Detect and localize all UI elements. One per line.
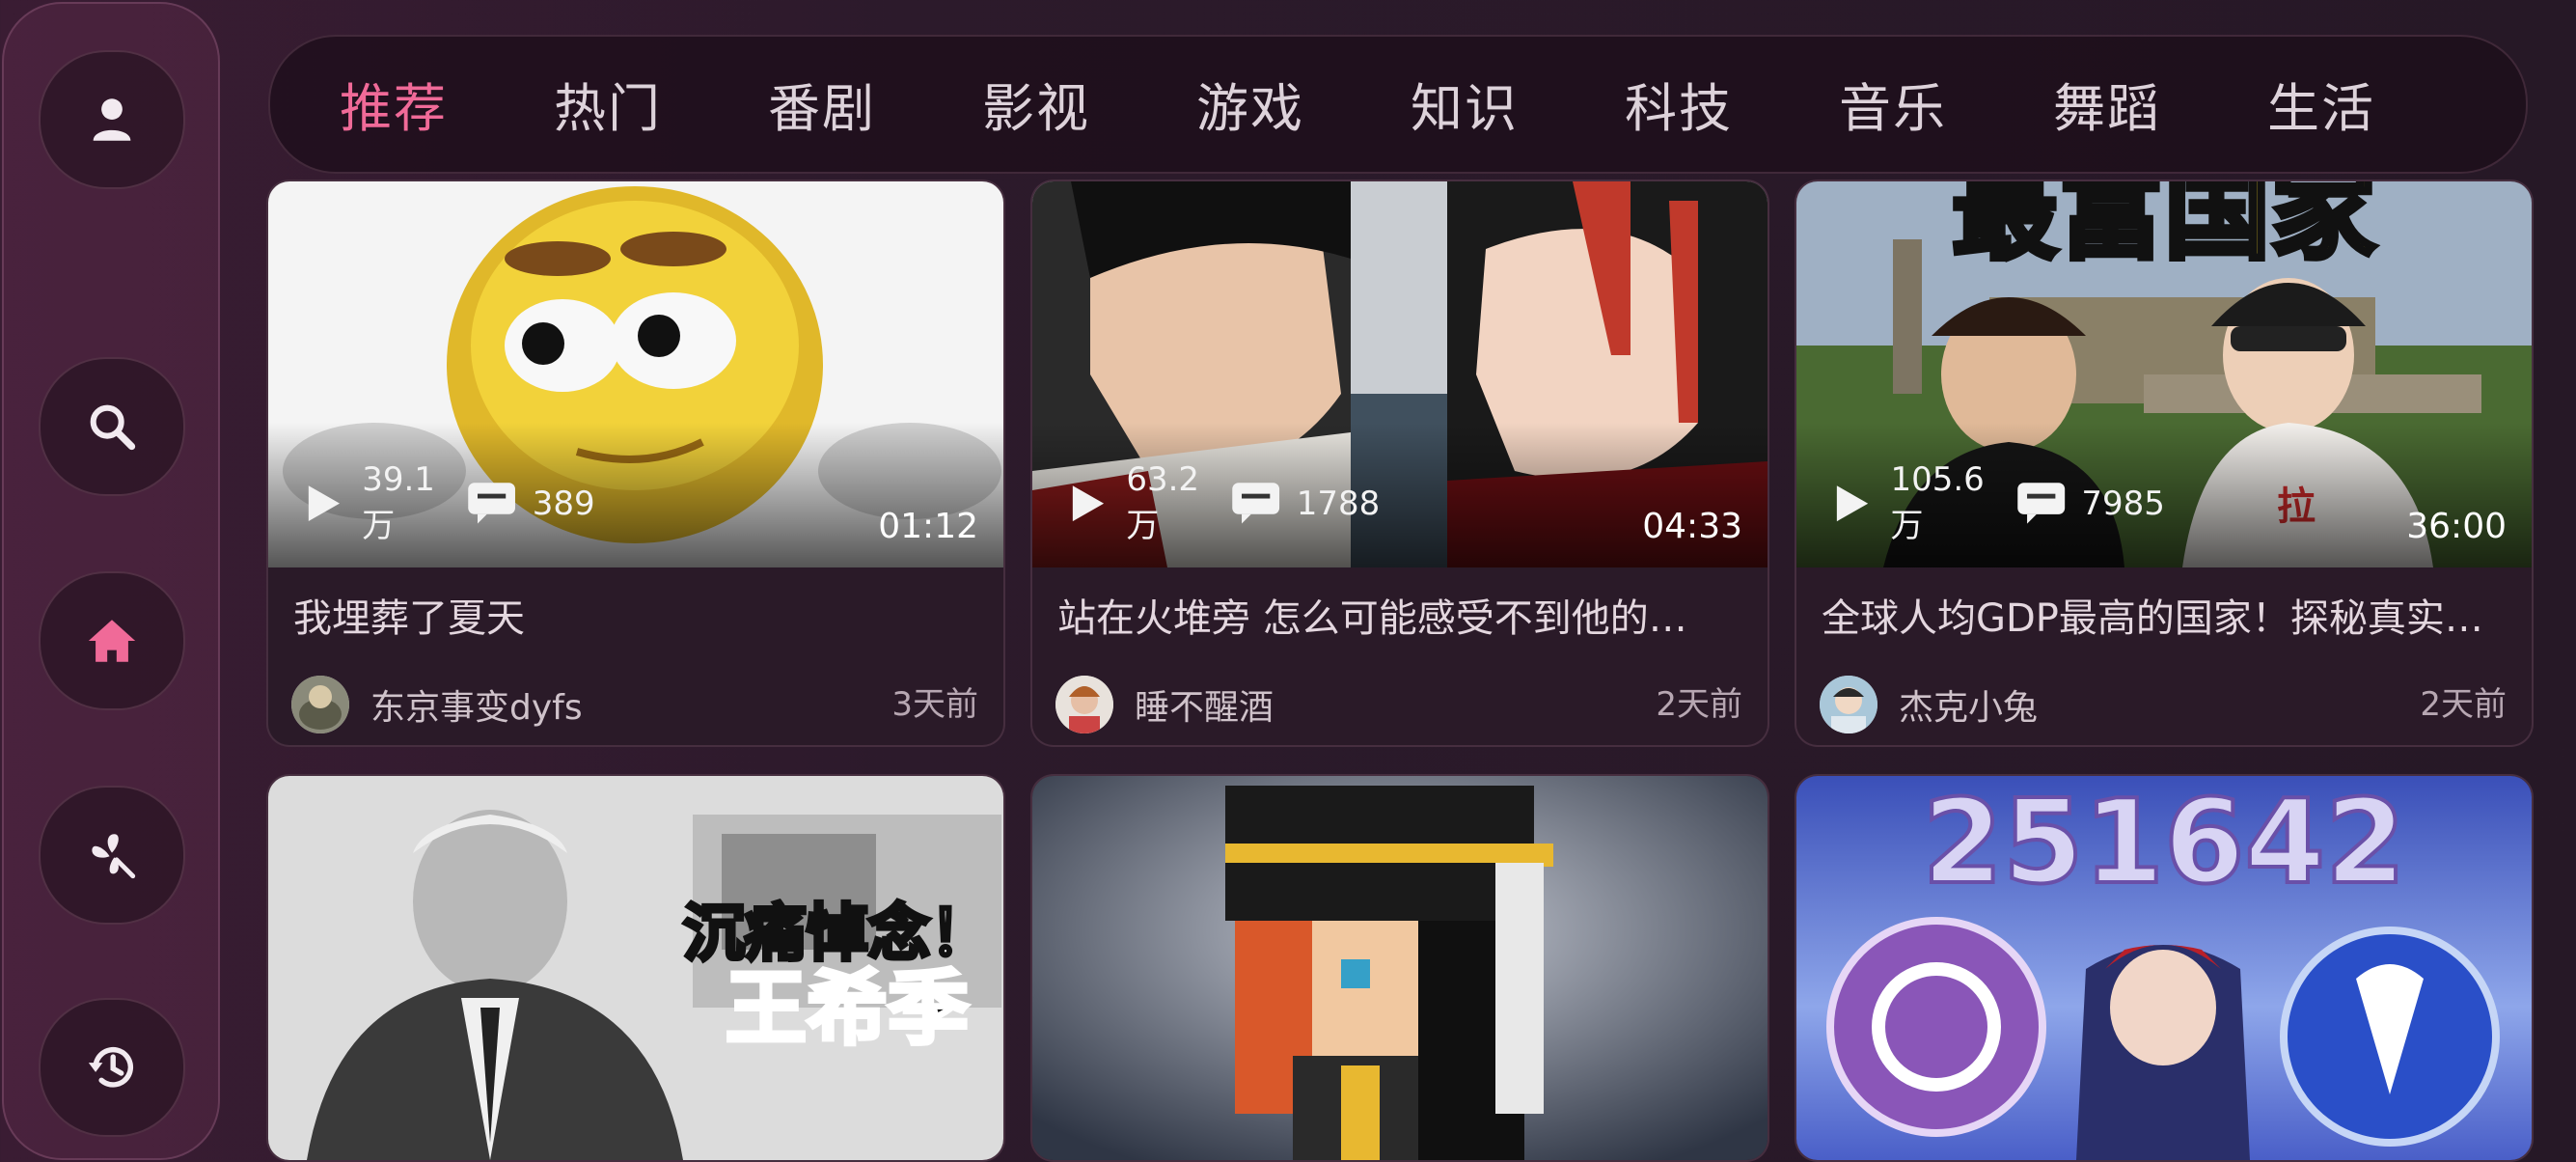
thumbnail-name-text: 王希季 — [726, 961, 969, 1056]
danmaku-icon — [468, 483, 516, 524]
video-card[interactable]: 39.1万 389 01:12 我埋葬了夏天 东京事变dyfs 3天前 — [266, 180, 1005, 747]
video-stats: 63.2万 1788 — [1059, 460, 1380, 546]
category-tab-bar: 推荐 热门 番剧 影视 游戏 知识 科技 音乐 舞蹈 生活 — [268, 35, 2528, 174]
tab-dance[interactable]: 舞蹈 — [2053, 66, 2161, 142]
author-name: 东京事变dyfs — [370, 688, 583, 728]
video-author[interactable]: 睡不醒酒 — [1055, 676, 1274, 733]
video-thumbnail: 最富国家 拉 105.6万 7985 36:00 — [1796, 181, 2532, 567]
avatar — [291, 676, 349, 733]
video-card[interactable]: 251642 — [1795, 774, 2534, 1162]
search-icon — [90, 404, 136, 451]
sidebar — [2, 2, 220, 1160]
avatar — [1820, 676, 1877, 733]
danmaku-icon — [2017, 483, 2066, 524]
video-stats: 105.6万 7985 — [1823, 460, 2165, 546]
video-thumbnail: 63.2万 1788 04:33 — [1032, 181, 1768, 567]
tab-hot[interactable]: 热门 — [554, 66, 662, 142]
search-button[interactable] — [39, 357, 185, 496]
video-author[interactable]: 杰克小兔 — [1820, 676, 2038, 733]
danmaku-count: 7985 — [2081, 484, 2165, 523]
video-duration: 36:00 — [2406, 507, 2507, 546]
video-title[interactable]: 我埋葬了夏天 — [293, 587, 978, 643]
view-count: 63.2万 — [1126, 460, 1200, 545]
video-thumbnail — [1032, 776, 1768, 1160]
view-count: 39.1万 — [362, 460, 435, 545]
thumbnail-number-text: 251642 — [1923, 776, 2406, 910]
video-card[interactable]: 最富国家 拉 105.6万 7985 36:00 全球人均GDP最高的国家！探秘… — [1795, 180, 2534, 747]
video-card[interactable]: 63.2万 1788 04:33 站在火堆旁 怎么可能感受不到他的… 睡不醒酒 … — [1030, 180, 1769, 747]
tab-knowledge[interactable]: 知识 — [1411, 66, 1519, 142]
tab-games[interactable]: 游戏 — [1196, 66, 1304, 142]
video-thumbnail: 251642 — [1796, 776, 2532, 1160]
video-duration: 04:33 — [1642, 507, 1742, 546]
play-count-icon — [308, 485, 341, 521]
tab-life[interactable]: 生活 — [2267, 66, 2375, 142]
video-title[interactable]: 全球人均GDP最高的国家！探秘真实… — [1822, 587, 2507, 643]
video-author[interactable]: 东京事变dyfs — [291, 676, 583, 733]
home-button[interactable] — [39, 571, 185, 710]
video-card[interactable]: 沉痛悼念！ 王希季 — [266, 774, 1005, 1162]
play-count-icon — [1072, 485, 1105, 521]
thumbnail-mourning-text: 沉痛悼念！ — [683, 899, 992, 970]
video-title[interactable]: 站在火堆旁 怎么可能感受不到他的… — [1057, 587, 1742, 643]
danmaku-icon — [1232, 483, 1280, 524]
avatar — [1055, 676, 1113, 733]
explore-button[interactable] — [39, 786, 185, 925]
tab-film[interactable]: 影视 — [982, 66, 1090, 142]
history-button[interactable] — [39, 998, 185, 1137]
view-count: 105.6万 — [1890, 460, 1985, 545]
play-count-icon — [1836, 485, 1869, 521]
history-icon — [88, 1046, 134, 1088]
user-icon — [93, 98, 131, 141]
home-icon — [88, 620, 136, 662]
author-name: 睡不醒酒 — [1135, 688, 1274, 728]
profile-button[interactable] — [39, 50, 185, 189]
tab-music[interactable]: 音乐 — [1839, 66, 1947, 142]
author-name: 杰克小兔 — [1899, 688, 2039, 728]
video-stats: 39.1万 389 — [295, 460, 595, 546]
publish-time: 3天前 — [891, 685, 978, 724]
danmaku-count: 389 — [532, 484, 595, 523]
danmaku-count: 1788 — [1296, 484, 1381, 523]
video-duration: 01:12 — [878, 507, 978, 546]
tab-anime[interactable]: 番剧 — [768, 66, 876, 142]
thumbnail-banner-text: 最富国家 — [1952, 181, 2376, 274]
pinwheel-icon — [92, 834, 136, 879]
video-thumbnail: 39.1万 389 01:12 — [268, 181, 1003, 567]
video-thumbnail: 沉痛悼念！ 王希季 — [268, 776, 1003, 1160]
publish-time: 2天前 — [2420, 685, 2507, 724]
video-card[interactable] — [1030, 774, 1769, 1162]
tab-tech[interactable]: 科技 — [1625, 66, 1733, 142]
tab-recommend[interactable]: 推荐 — [340, 66, 448, 142]
publish-time: 2天前 — [1656, 685, 1742, 724]
